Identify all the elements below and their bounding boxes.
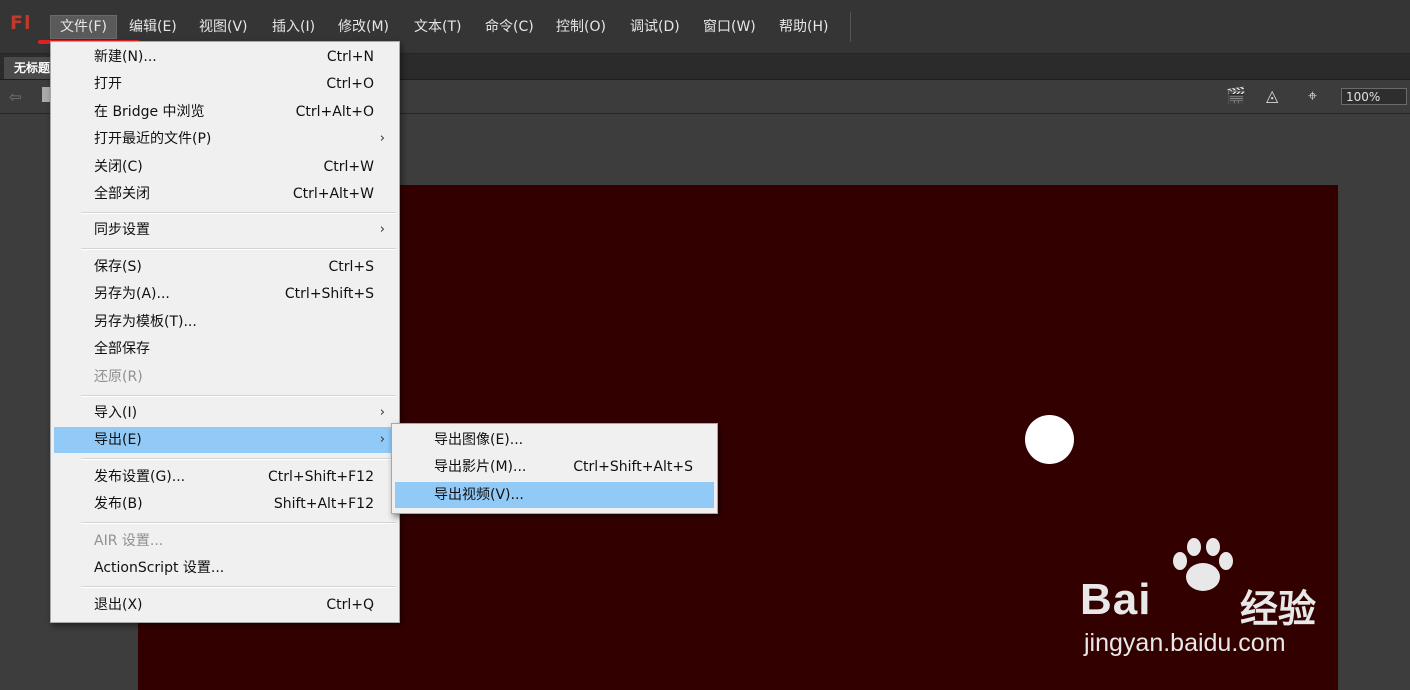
edit-scene-icon[interactable]: 🎬 bbox=[1226, 86, 1246, 105]
menu-commands[interactable]: 命令(C) bbox=[485, 16, 534, 38]
submenu-arrow-icon: › bbox=[379, 222, 385, 237]
menu-view[interactable]: 视图(V) bbox=[199, 16, 248, 38]
baidu-watermark: Bai 经验 jingyan.baidu.com bbox=[1080, 535, 1390, 665]
menu-item-export-movie[interactable]: 导出影片(M)... Ctrl+Shift+Alt+S bbox=[395, 454, 714, 480]
watermark-brand: Bai bbox=[1080, 575, 1152, 624]
center-stage-icon[interactable]: ⌖ bbox=[1308, 86, 1317, 106]
menu-item-export[interactable]: 导出(E) › bbox=[54, 427, 396, 453]
export-submenu: 导出图像(E)... 导出影片(M)... Ctrl+Shift+Alt+S 导出… bbox=[391, 423, 718, 514]
menu-item-revert: 还原(R) bbox=[94, 369, 143, 385]
menu-insert[interactable]: 插入(I) bbox=[272, 16, 315, 38]
menu-modify[interactable]: 修改(M) bbox=[338, 16, 389, 38]
watermark-url: jingyan.baidu.com bbox=[1084, 629, 1286, 657]
menu-text[interactable]: 文本(T) bbox=[414, 16, 461, 38]
menu-separator bbox=[81, 586, 396, 588]
menu-item-open[interactable]: 打开 Ctrl+O bbox=[54, 71, 396, 97]
menu-item-save[interactable]: 保存(S) Ctrl+S bbox=[54, 254, 396, 280]
scene-icon bbox=[42, 87, 50, 102]
menu-item-publish[interactable]: 发布(B) Shift+Alt+F12 bbox=[54, 491, 396, 517]
menu-item-import[interactable]: 导入(I) › bbox=[54, 400, 396, 426]
watermark-brand-suffix: 经验 bbox=[1240, 587, 1317, 631]
menu-item-air-settings: AIR 设置... bbox=[94, 533, 164, 549]
edit-symbols-icon[interactable]: ◬ bbox=[1266, 86, 1278, 105]
menu-item-exit[interactable]: 退出(X) Ctrl+Q bbox=[54, 592, 396, 618]
menu-item-save-as[interactable]: 另存为(A)... Ctrl+Shift+S bbox=[54, 281, 396, 307]
menu-item-open-recent[interactable]: 打开最近的文件(P) › bbox=[54, 126, 396, 152]
menu-debug[interactable]: 调试(D) bbox=[630, 16, 680, 38]
back-arrow-icon[interactable]: ⇦ bbox=[9, 88, 22, 106]
menu-item-browse-bridge[interactable]: 在 Bridge 中浏览 Ctrl+Alt+O bbox=[54, 99, 396, 125]
menu-item-export-video[interactable]: 导出视频(V)... bbox=[395, 482, 714, 508]
menu-separator bbox=[81, 212, 396, 214]
menu-item-save-as-template[interactable]: 另存为模板(T)... bbox=[54, 309, 396, 335]
submenu-arrow-icon: › bbox=[379, 405, 385, 420]
menu-item-new[interactable]: 新建(N)... Ctrl+N bbox=[54, 44, 396, 70]
menu-item-close[interactable]: 关闭(C) Ctrl+W bbox=[54, 154, 396, 180]
menu-separator bbox=[81, 248, 396, 250]
zoom-field[interactable]: 100% bbox=[1341, 88, 1407, 105]
menu-item-close-all[interactable]: 全部关闭 Ctrl+Alt+W bbox=[54, 181, 396, 207]
app-logo: Fl bbox=[10, 12, 32, 34]
menu-separator bbox=[81, 522, 396, 524]
menu-file[interactable]: 文件(F) bbox=[50, 15, 117, 39]
menu-separator bbox=[81, 395, 396, 397]
file-menu-dropdown: 新建(N)... Ctrl+N 打开 Ctrl+O 在 Bridge 中浏览 Ctrl… bbox=[50, 41, 400, 623]
menu-item-publish-settings[interactable]: 发布设置(G)... Ctrl+Shift+F12 bbox=[54, 464, 396, 490]
menu-item-sync-settings[interactable]: 同步设置 › bbox=[54, 217, 396, 243]
menu-window[interactable]: 窗口(W) bbox=[703, 16, 756, 38]
menu-separator bbox=[81, 458, 396, 460]
menu-control[interactable]: 控制(O) bbox=[556, 16, 606, 38]
menu-help[interactable]: 帮助(H) bbox=[779, 16, 828, 38]
menubar-divider bbox=[850, 12, 851, 42]
baidu-paw-icon bbox=[1173, 538, 1233, 591]
menu-edit[interactable]: 编辑(E) bbox=[129, 16, 177, 38]
submenu-arrow-icon: › bbox=[379, 432, 385, 447]
menu-item-actionscript-settings[interactable]: ActionScript 设置... bbox=[54, 555, 396, 581]
menu-item-export-image[interactable]: 导出图像(E)... bbox=[395, 427, 714, 453]
white-circle-shape[interactable] bbox=[1025, 415, 1074, 464]
submenu-arrow-icon: › bbox=[379, 131, 385, 146]
menu-item-save-all[interactable]: 全部保存 bbox=[54, 336, 396, 362]
